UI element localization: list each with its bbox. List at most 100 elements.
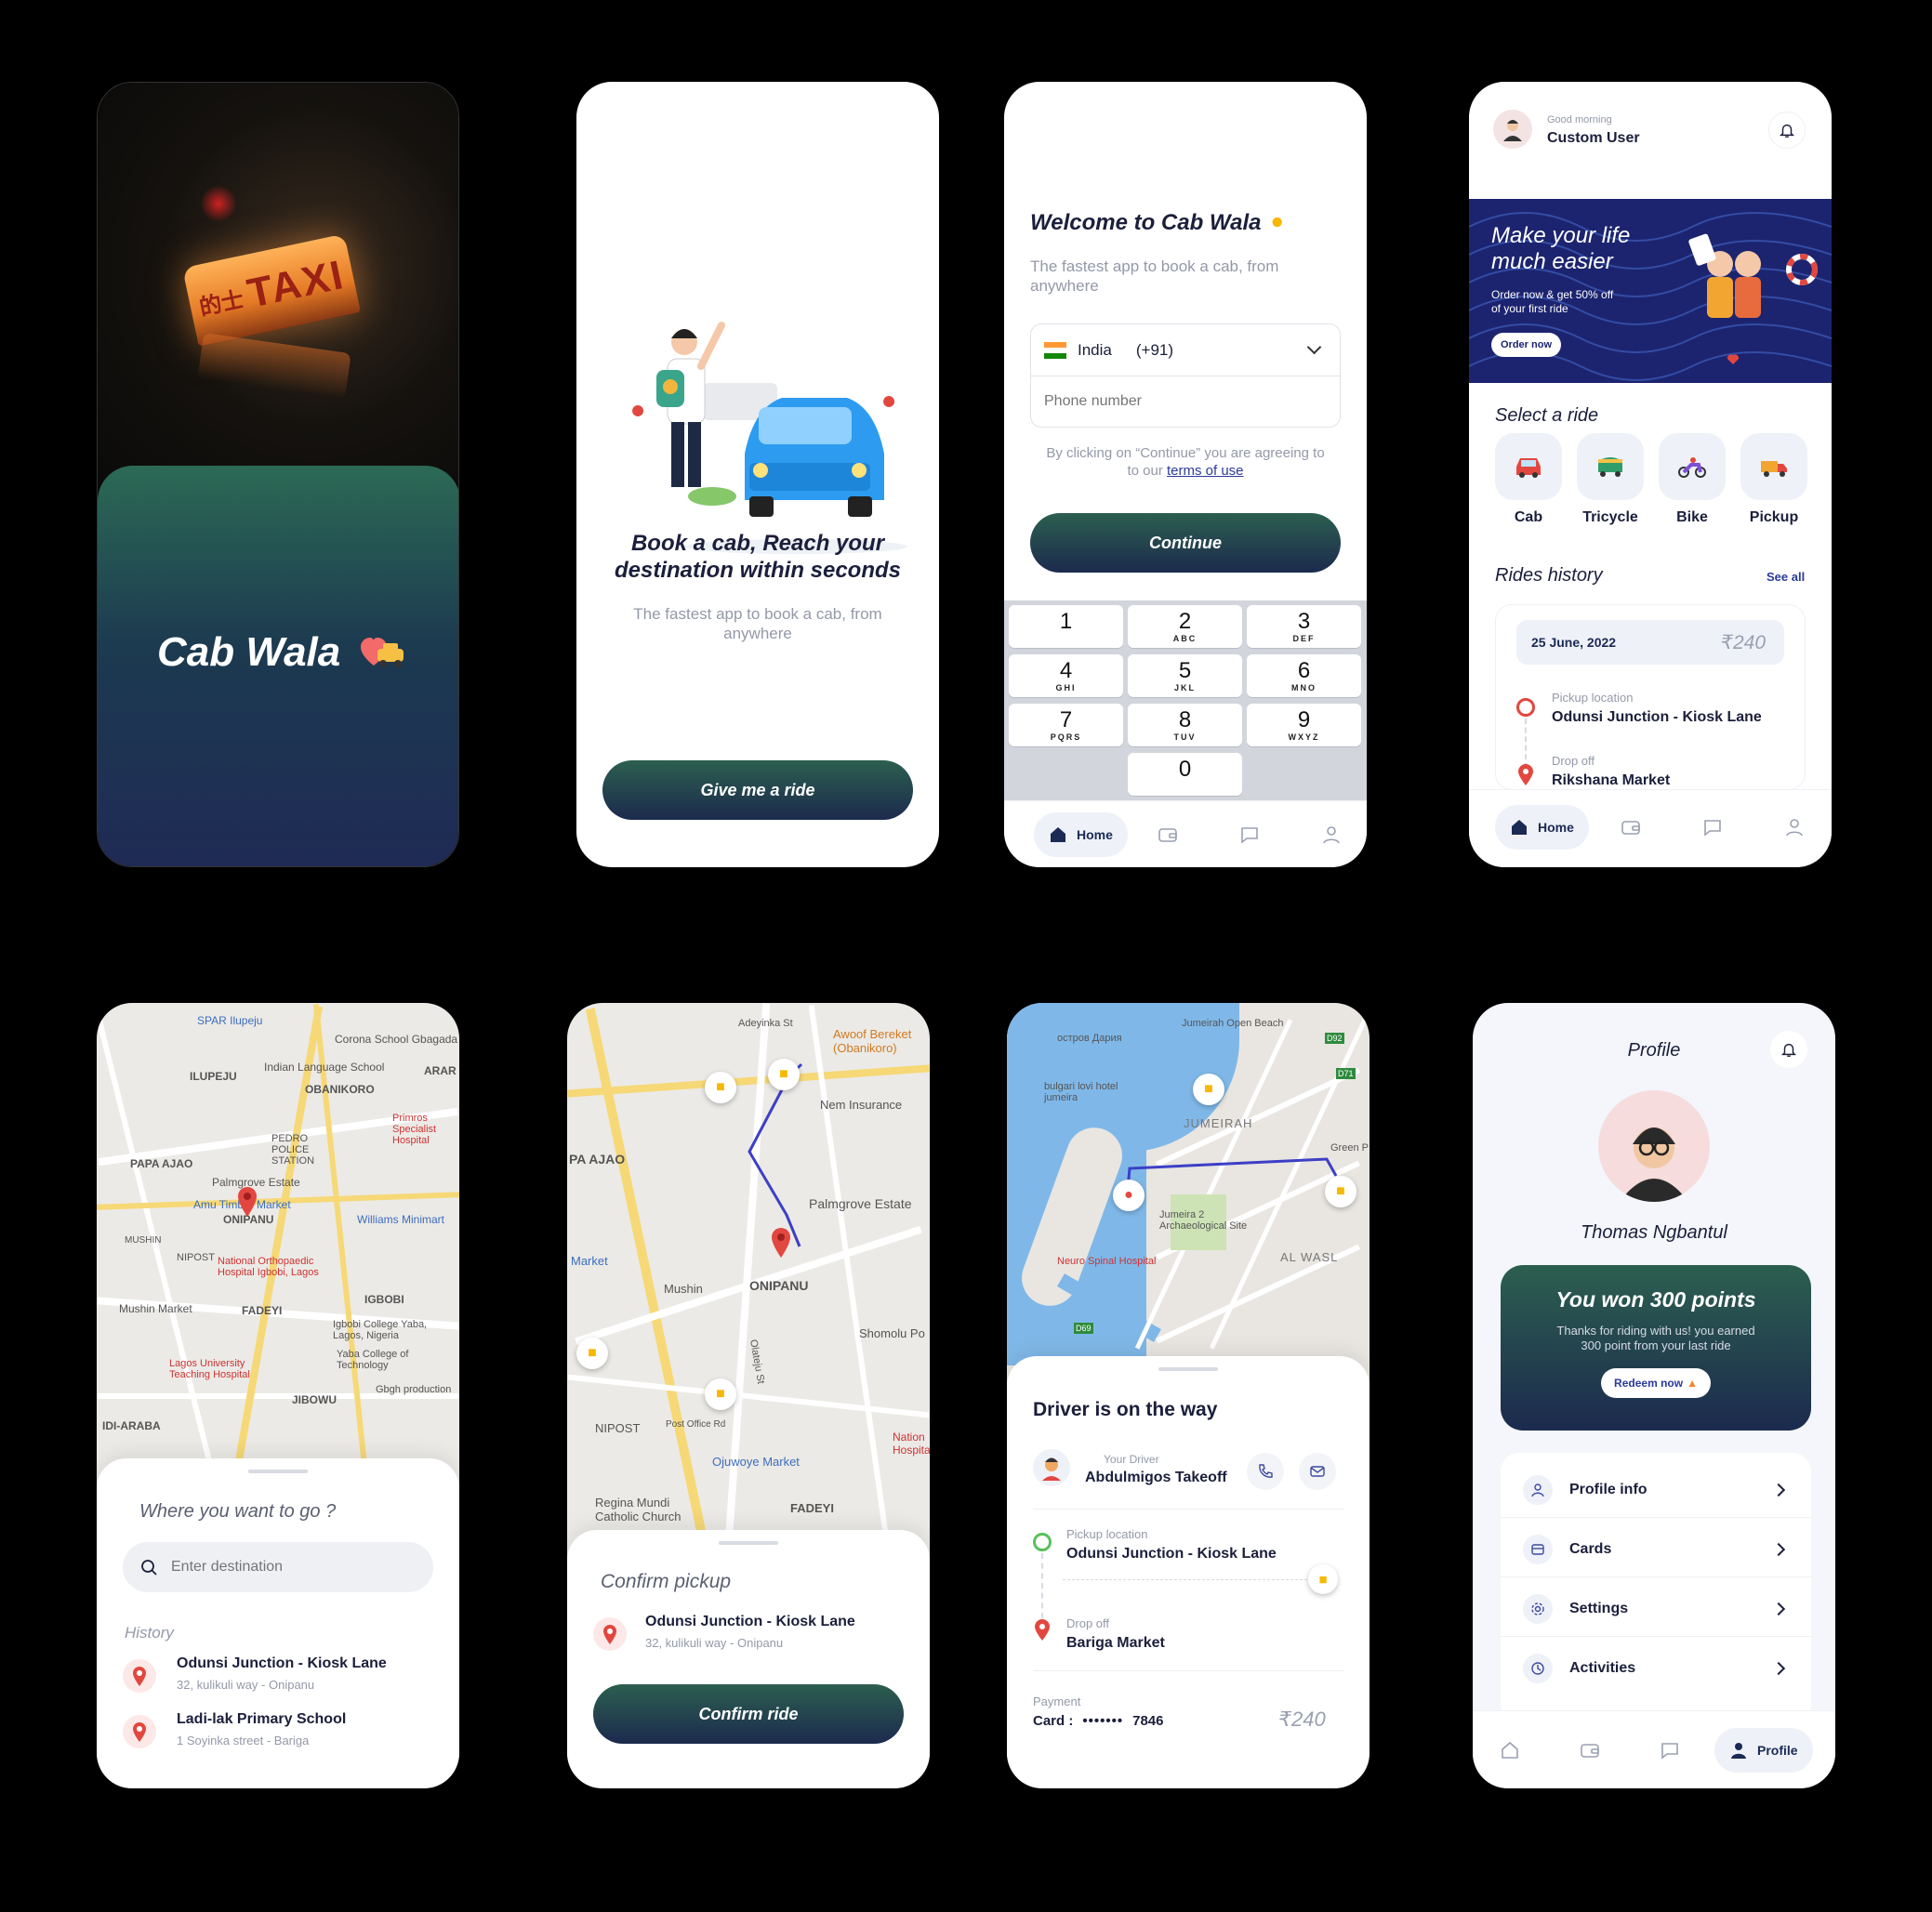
map-label: MUSHIN [125,1235,162,1246]
key-2[interactable]: 2 ABC [1128,605,1242,648]
ride-price: ₹240 [1278,1708,1326,1731]
ride-option-cab[interactable] [1495,433,1562,500]
car-icon [1516,458,1541,478]
nav-home-label: Home [1077,827,1113,842]
key-3-digit: 3 [1297,609,1311,634]
banner-sub-line-1: Order now & get 50% off [1491,288,1614,301]
wallet-icon[interactable] [1620,816,1642,838]
subtitle-line-2: anywhere [723,625,792,642]
history-card[interactable]: 25 June, 2022 ₹240 Pickup location Oduns… [1495,604,1806,790]
destination-sheet: Where you want to go ? History Odunsi Ju… [97,1458,459,1788]
key-9[interactable]: 9 WXYZ [1247,704,1361,746]
map-view[interactable]: SPAR Ilupeju Corona School Gbagada ILUPE… [97,1003,459,1486]
gear-icon [1523,1593,1553,1624]
nav-profile[interactable]: Profile [1714,1728,1813,1773]
map-view[interactable]: Jumeirah Open Beach остров Дария bulgari… [1007,1003,1370,1365]
terms-prefix: to our [1127,463,1167,479]
ride-option-bike[interactable] [1659,433,1726,500]
splash-screen: 的士 TAXI Cab Wala [97,82,459,867]
driver-sheet: Driver is on the way Your Driver Abdulmi… [1007,1356,1370,1788]
route-line [1126,1157,1338,1190]
terms-link[interactable]: terms of use [1167,463,1244,479]
sheet-handle[interactable] [248,1470,308,1473]
sheet-handle[interactable] [1158,1367,1218,1371]
points-sub-line-2: 300 point from your last ride [1581,1338,1731,1352]
bike-icon [1678,457,1706,478]
ride-option-pickup[interactable] [1740,433,1807,500]
history-item[interactable]: Ladi-lak Primary School 1 Soyinka street… [123,1711,433,1760]
person-icon [1523,1474,1553,1505]
key-7[interactable]: 7 PQRS [1009,704,1123,746]
order-now-button[interactable]: Order now [1491,333,1562,357]
pickup-address: 32, kulikuli way - Onipanu [645,1636,784,1650]
chat-icon[interactable] [1659,1739,1681,1761]
menu-settings[interactable]: Settings [1501,1581,1811,1637]
country-select[interactable]: India (+91) [1031,324,1340,376]
map-label: Primros Specialist Hospital [392,1113,437,1146]
ride-option-tricycle[interactable] [1577,433,1644,500]
numeric-keypad: 1 2 ABC 3 DEF 4 GHI 5 JKL 6 MNO 7 PQRS 8 TUV 9W… [1004,600,1367,800]
history-date-bar: 25 June, 2022 ₹240 [1516,620,1784,665]
history-item[interactable]: Odunsi Junction - Kiosk Lane 32, kulikul… [123,1655,433,1704]
give-ride-button[interactable]: Give me a ride [602,760,913,820]
card-masked-digits: ••••••• [1082,1713,1124,1729]
map-label: ARAR [424,1064,457,1077]
menu-profile-info[interactable]: Profile info [1501,1462,1811,1518]
map-view[interactable]: Adeyinka St Awoof Bereket (Obanikoro) Ne… [567,1003,930,1542]
profile-avatar[interactable] [1598,1090,1710,1202]
destination-search-field[interactable] [123,1542,433,1592]
destination-input[interactable] [171,1559,413,1576]
map-pin-icon [593,1617,627,1651]
key-6[interactable]: 6 MNO [1247,654,1361,697]
avatar[interactable] [1493,110,1532,149]
nav-home[interactable]: Home [1495,805,1589,850]
menu-label: Cards [1569,1540,1612,1557]
user-icon[interactable] [1783,816,1806,838]
history-date: 25 June, 2022 [1531,635,1617,650]
key-5-digit: 5 [1178,658,1192,683]
continue-button[interactable]: Continue [1030,513,1341,573]
home-icon[interactable] [1499,1739,1521,1761]
nav-home[interactable]: Home [1034,812,1128,857]
sheet-handle[interactable] [719,1541,778,1545]
truck-icon [1761,461,1787,477]
app-title: Cab Wala [157,629,341,675]
call-driver-button[interactable] [1247,1453,1284,1490]
wallet-icon[interactable] [1157,824,1179,846]
key-3[interactable]: 3 DEF [1247,605,1361,648]
see-all-link[interactable]: See all [1767,570,1805,584]
taxi-marker-icon: ■ [768,1059,800,1090]
chat-icon[interactable] [1238,824,1261,846]
redeem-button[interactable]: Redeem now ▲ [1601,1368,1711,1398]
login-subtitle-line-1: The fastest app to book a cab, from [1030,257,1279,275]
taxi-marker-icon: ■ [705,1072,736,1103]
key-0[interactable]: 0 [1128,753,1242,796]
phone-number-input[interactable] [1031,376,1340,427]
rides-history-title: Rides history [1495,565,1603,586]
chat-icon[interactable] [1701,816,1724,838]
map-pin-icon [123,1659,156,1693]
wallet-icon[interactable] [1579,1739,1601,1761]
user-icon[interactable] [1320,824,1343,846]
map-label: Yaba College of Technology [337,1349,409,1371]
pickup-place: Odunsi Junction - Kiosk Lane [645,1614,855,1629]
confirm-ride-button[interactable]: Confirm ride [593,1684,904,1744]
chevron-right-icon [1771,1661,1786,1676]
key-4[interactable]: 4 GHI [1009,654,1123,697]
confirm-title: Confirm pickup [601,1571,732,1592]
driver-status-title: Driver is on the way [1033,1399,1218,1420]
taxi-icon: ⚫ [1268,211,1286,234]
bottom-nav: Profile [1473,1710,1835,1788]
notification-button[interactable] [1770,1031,1807,1068]
select-ride-title: Select a ride [1495,405,1599,426]
key-5[interactable]: 5 JKL [1128,654,1242,697]
key-8[interactable]: 8 TUV [1128,704,1242,746]
search-icon [141,1560,157,1576]
home-icon [1051,827,1065,842]
message-driver-button[interactable] [1299,1453,1336,1490]
menu-activities[interactable]: Activities [1501,1641,1811,1696]
notification-button[interactable] [1768,112,1806,149]
key-1[interactable]: 1 [1009,605,1123,648]
india-flag-icon [1044,341,1066,359]
menu-cards[interactable]: Cards [1501,1522,1811,1577]
